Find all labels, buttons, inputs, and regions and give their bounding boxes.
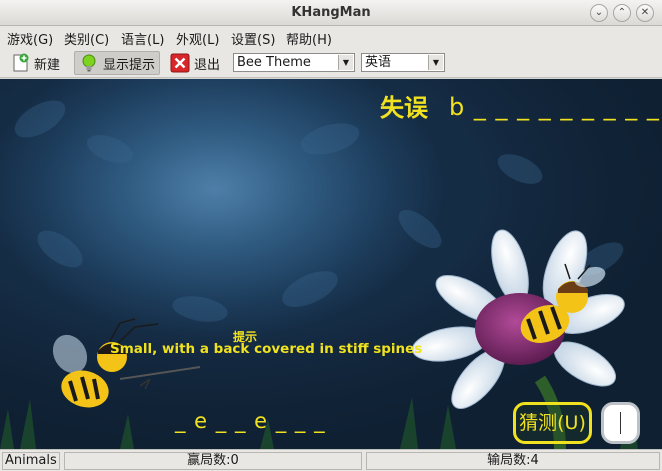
menu-settings[interactable]: 设置(S)	[231, 29, 275, 48]
close-icon: ✕	[640, 7, 650, 18]
hint-text: Small, with a back covered in stiff spin…	[110, 341, 423, 357]
minimize-button[interactable]: ⌄	[590, 4, 608, 22]
new-document-icon	[10, 53, 30, 73]
menu-help[interactable]: 帮助(H)	[286, 29, 332, 48]
language-select-value: 英语	[365, 55, 392, 70]
status-losses-text: 输局数:4	[487, 453, 539, 468]
menu-game[interactable]: 游戏(G)	[7, 29, 53, 48]
show-hint-label: 显示提示	[103, 57, 156, 73]
status-wins-text: 赢局数:0	[187, 453, 239, 468]
toolbar: 新建 显示提示 退出 Bee Theme ▼ 英语 ▼	[0, 48, 662, 78]
maximize-button[interactable]: ⌃	[613, 4, 631, 22]
game-scene: 失误 b _ _ _ _ _ _ _ _ _ 提示 Small, with a …	[0, 79, 662, 449]
new-button-label: 新建	[34, 57, 61, 73]
menu-category[interactable]: 类别(C)	[64, 29, 109, 48]
title-bar: KHangMan ⌄ ⌃ ✕	[0, 0, 662, 26]
scene-background	[0, 79, 662, 449]
menu-language[interactable]: 语言(L)	[121, 29, 164, 48]
guessed-letters: b _ _ _ _ _ _ _ _ _	[449, 93, 660, 121]
theme-select[interactable]: Bee Theme ▼	[233, 53, 355, 72]
status-category: Animals	[2, 452, 60, 470]
close-button[interactable]: ✕	[636, 4, 654, 22]
chevron-up-icon: ⌃	[617, 7, 627, 18]
guess-button-label: 猜测(U)	[519, 412, 586, 434]
status-losses: 输局数:4	[366, 452, 660, 470]
new-button[interactable]: 新建	[6, 51, 64, 75]
status-bar: Animals 赢局数:0 输局数:4	[0, 449, 662, 471]
status-wins: 赢局数:0	[64, 452, 362, 470]
puzzle-word: _ e _ _ e _ _ _	[175, 409, 326, 433]
text-caret	[620, 412, 621, 434]
status-category-text: Animals	[5, 453, 57, 468]
quit-label: 退出	[194, 57, 221, 73]
lightbulb-icon	[79, 53, 99, 73]
quit-icon	[170, 53, 190, 73]
dropdown-arrow-icon: ▼	[338, 55, 353, 70]
misses-label: 失误	[380, 94, 428, 122]
guess-button[interactable]: 猜测(U)	[513, 402, 592, 444]
theme-select-value: Bee Theme	[237, 55, 311, 70]
menu-look[interactable]: 外观(L)	[176, 29, 219, 48]
language-select[interactable]: 英语 ▼	[361, 53, 445, 72]
window-title: KHangMan	[291, 5, 371, 20]
dropdown-arrow-icon: ▼	[428, 55, 443, 70]
show-hint-button[interactable]: 显示提示	[74, 51, 160, 75]
guess-input[interactable]	[601, 402, 640, 444]
quit-button[interactable]: 退出	[166, 51, 224, 75]
menu-bar: 游戏(G) 类别(C) 语言(L) 外观(L) 设置(S) 帮助(H)	[0, 26, 662, 48]
chevron-down-icon: ⌄	[594, 7, 604, 18]
